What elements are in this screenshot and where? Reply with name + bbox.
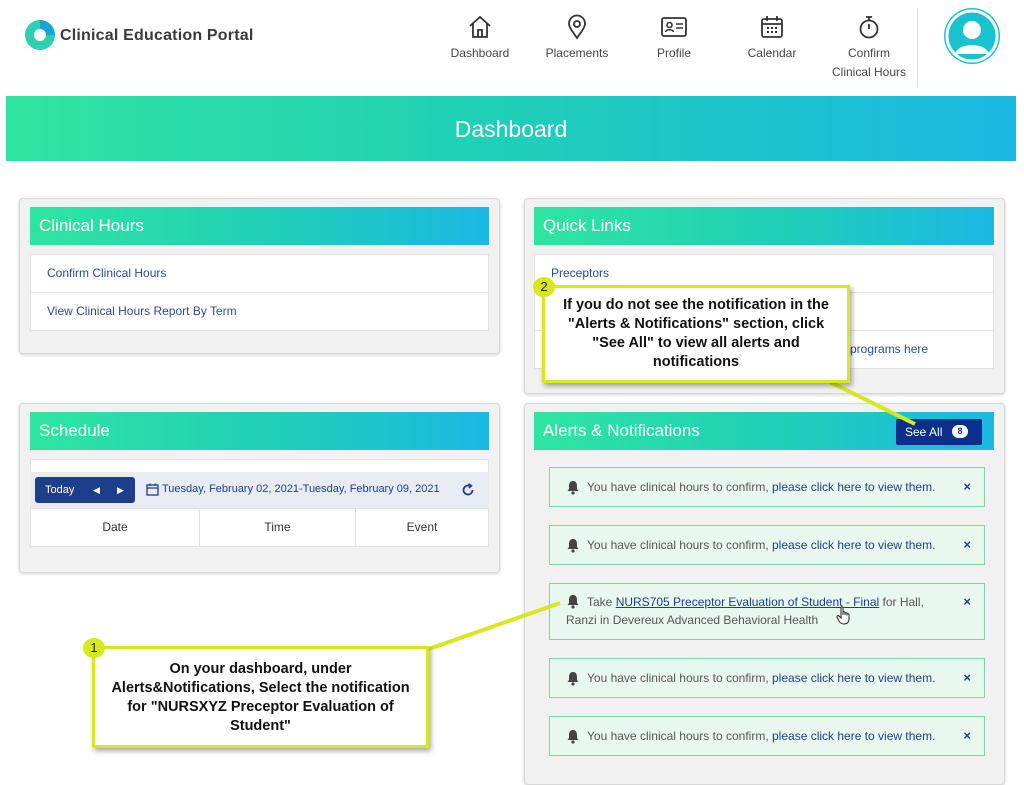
callout-see-all: If you do not see the notification in th… [542,285,850,383]
callout-number-badge: 1 [83,638,105,658]
callout-2-connector [829,380,916,426]
callout-1-connector [425,601,561,652]
callout-text: If you do not see the notification in th… [563,297,829,370]
callout-text: On your dashboard, under Alerts&Notifica… [111,661,410,734]
callout-number-badge: 2 [533,277,555,297]
callout-select-notification: On your dashboard, under Alerts&Notifica… [92,646,429,748]
